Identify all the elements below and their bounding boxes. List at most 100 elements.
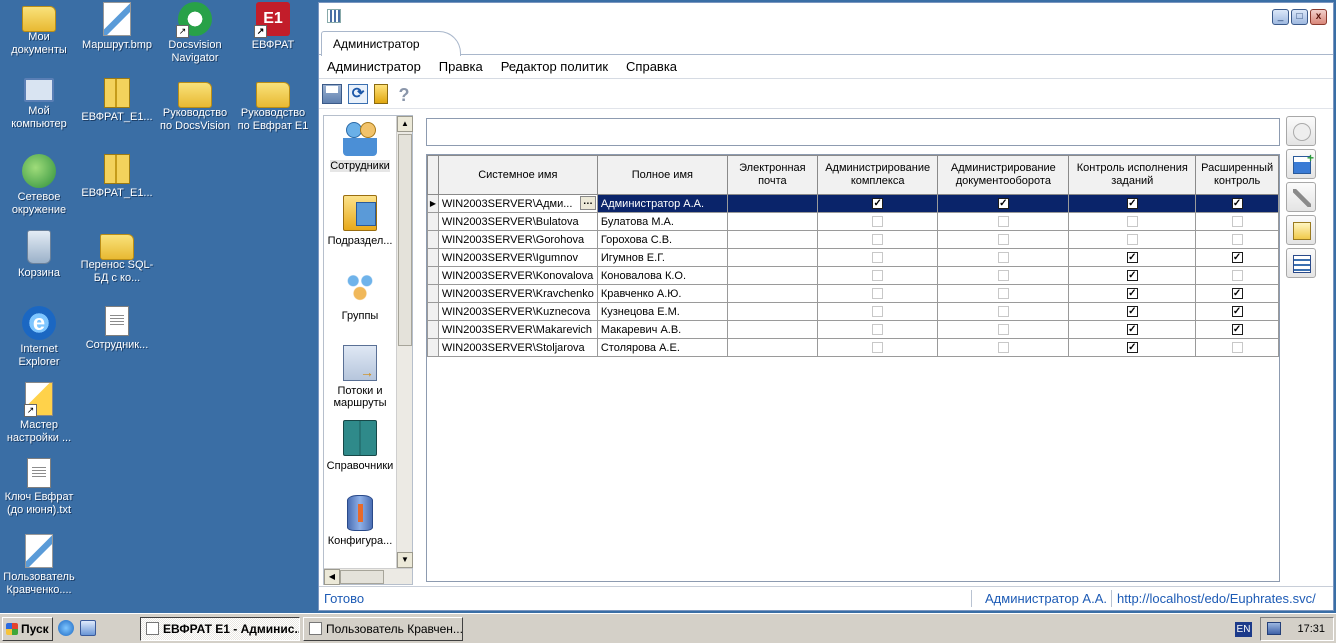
menu-edit[interactable]: Правка — [439, 59, 492, 74]
checkbox-cell[interactable] — [937, 212, 1070, 231]
checkbox-cell[interactable]: ✓ — [1195, 194, 1279, 213]
system-name-cell[interactable]: WIN2003SERVER\Stoljarova — [437, 338, 598, 357]
checkbox[interactable]: ✓ — [1126, 342, 1138, 354]
checkbox[interactable] — [997, 306, 1009, 318]
checkbox[interactable]: ✓ — [1126, 252, 1138, 264]
checkbox-cell[interactable]: ✓ — [1068, 302, 1197, 321]
checkbox-cell[interactable] — [937, 230, 1070, 249]
scroll-down-button[interactable]: ▼ — [397, 552, 413, 568]
language-indicator[interactable]: EN — [1235, 622, 1252, 637]
system-name-cell[interactable]: WIN2003SERVER\Igumnov — [437, 248, 598, 267]
scroll-up-button[interactable]: ▲ — [397, 116, 413, 132]
desktop-icon[interactable]: Мои документы — [0, 2, 78, 57]
checkbox[interactable] — [997, 288, 1009, 300]
desktop-icon[interactable]: Docsvision Navigator — [156, 2, 234, 65]
checkbox-cell[interactable]: ✓ — [816, 194, 939, 213]
checkbox[interactable] — [997, 234, 1009, 246]
row-indicator[interactable]: ▶ — [427, 194, 439, 213]
checkbox[interactable] — [872, 270, 884, 282]
checkbox-cell[interactable] — [816, 230, 939, 249]
scroll-thumb[interactable] — [340, 570, 384, 584]
checkbox-cell[interactable] — [1068, 230, 1197, 249]
full-name-cell[interactable]: Столярова А.Е. — [596, 338, 728, 357]
full-name-cell[interactable]: Горохова С.В. — [596, 230, 728, 249]
checkbox-cell[interactable]: ✓ — [1068, 194, 1197, 213]
nav-item-employees[interactable]: Сотрудники — [324, 116, 396, 191]
checkbox[interactable] — [872, 216, 884, 228]
checkbox[interactable] — [872, 324, 884, 336]
save-icon[interactable] — [322, 83, 342, 104]
checkbox-cell[interactable] — [816, 284, 939, 303]
ie-icon[interactable] — [58, 620, 74, 636]
menu-help[interactable]: Справка — [626, 59, 686, 74]
checkbox[interactable] — [872, 288, 884, 300]
email-cell[interactable] — [726, 194, 818, 213]
checkbox[interactable] — [997, 324, 1009, 336]
checkbox[interactable]: ✓ — [1126, 324, 1138, 336]
status-url[interactable]: http://localhost/edo/Euphrates.svc/ — [1117, 591, 1316, 606]
checkbox-cell[interactable] — [816, 266, 939, 285]
email-cell[interactable] — [726, 284, 818, 303]
tools-button[interactable] — [1286, 182, 1316, 212]
row-indicator[interactable] — [427, 266, 439, 285]
table-row[interactable]: WIN2003SERVER\Gorohova Горохова С.В. — [427, 230, 1279, 249]
checkbox-cell[interactable] — [1195, 212, 1279, 231]
nav-item-directories[interactable]: Справочники — [324, 416, 396, 491]
nav-horizontal-scrollbar[interactable]: ◀ — [324, 568, 412, 585]
full-name-cell[interactable]: Макаревич А.В. — [596, 320, 728, 339]
desktop-icon[interactable]: Корзина — [0, 230, 78, 280]
checkbox[interactable] — [872, 252, 884, 264]
column-header[interactable]: Расширенный контроль — [1195, 155, 1279, 195]
desktop-icon[interactable]: E1ЕВФРАТ — [234, 2, 312, 52]
full-name-cell[interactable]: Булатова М.А. — [596, 212, 728, 231]
checkbox-cell[interactable] — [937, 338, 1070, 357]
table-row[interactable]: WIN2003SERVER\Igumnov Игумнов Е.Г. ✓ ✓ — [427, 248, 1279, 267]
system-name-cell[interactable]: WIN2003SERVER\Kuznecova — [437, 302, 598, 321]
checkbox-cell[interactable]: ✓ — [1068, 338, 1197, 357]
row-indicator[interactable] — [427, 230, 439, 249]
checkbox-cell[interactable] — [816, 338, 939, 357]
checkbox[interactable] — [997, 252, 1009, 264]
checkbox-cell[interactable]: ✓ — [937, 194, 1070, 213]
row-indicator[interactable] — [427, 320, 439, 339]
checkbox[interactable]: ✓ — [1231, 198, 1243, 210]
taskbar-task[interactable]: Пользователь Кравчен... — [303, 617, 463, 641]
checkbox[interactable]: ✓ — [997, 198, 1009, 210]
desktop-icon[interactable]: Сетевое окружение — [0, 154, 78, 217]
checkbox[interactable]: ✓ — [1231, 252, 1243, 264]
column-header[interactable]: Системное имя — [437, 155, 598, 195]
column-header[interactable]: Электронная почта — [726, 155, 818, 195]
email-cell[interactable] — [726, 266, 818, 285]
checkbox-cell[interactable] — [937, 248, 1070, 267]
desktop-icon[interactable]: ЕВФРАТ_Е1... — [78, 154, 156, 200]
row-indicator[interactable] — [427, 338, 439, 357]
full-name-cell[interactable]: Игумнов Е.Г. — [596, 248, 728, 267]
checkbox-cell[interactable] — [1068, 212, 1197, 231]
checkbox-cell[interactable]: ✓ — [1068, 248, 1197, 267]
properties-icon[interactable] — [374, 83, 388, 104]
desktop-icon[interactable]: Мастер настройки ... — [0, 382, 78, 445]
table-row[interactable]: WIN2003SERVER\Konovalova Коновалова К.О. ✓ — [427, 266, 1279, 285]
email-cell[interactable] — [726, 212, 818, 231]
checkbox-cell[interactable] — [1195, 338, 1279, 357]
desktop-icon[interactable]: Ключ Евфрат (до июня).txt — [0, 458, 78, 517]
checkbox-cell[interactable]: ✓ — [1068, 320, 1197, 339]
system-name-cell[interactable]: WIN2003SERVER\Bulatova — [437, 212, 598, 231]
system-name-cell[interactable]: WIN2003SERVER\Kravchenko — [437, 284, 598, 303]
checkbox-cell[interactable] — [816, 212, 939, 231]
checkbox-cell[interactable]: ✓ — [1068, 284, 1197, 303]
checkbox[interactable] — [997, 216, 1009, 228]
full-name-cell[interactable]: Администратор А.А. — [596, 194, 728, 213]
checkbox-cell[interactable]: ✓ — [1195, 248, 1279, 267]
checkbox[interactable] — [872, 342, 884, 354]
checkbox[interactable] — [997, 270, 1009, 282]
system-name-cell[interactable]: WIN2003SERVER\Makarevich — [437, 320, 598, 339]
email-cell[interactable] — [726, 338, 818, 357]
checkbox[interactable]: ✓ — [872, 198, 884, 210]
checkbox[interactable]: ✓ — [1231, 306, 1243, 318]
desktop-icon[interactable]: e Internet Explorer — [0, 306, 78, 369]
user-card-button[interactable] — [1286, 215, 1316, 245]
desktop-icon[interactable]: Перенос SQL-БД с ко... — [78, 230, 156, 285]
system-name-cell[interactable]: WIN2003SERVER\Адми...… — [437, 194, 598, 213]
taskbar-task[interactable]: ЕВФРАТ Е1 - Админис... — [140, 617, 300, 641]
